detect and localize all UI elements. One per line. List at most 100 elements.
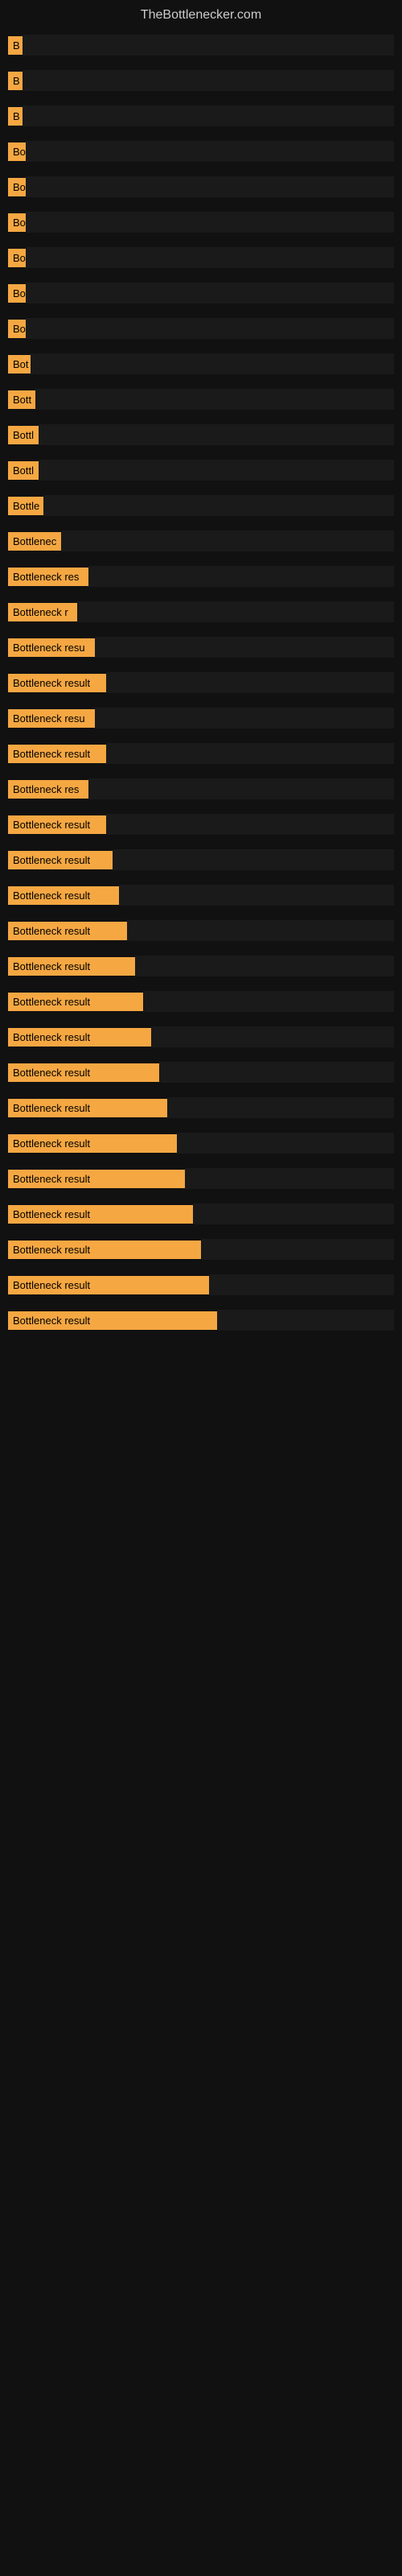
bottleneck-label: Bottleneck result: [8, 1311, 217, 1330]
bottleneck-label: Bottleneck result: [8, 851, 113, 869]
chart-row: Bottleneck result: [8, 1239, 394, 1260]
chart-row: Bottleneck result: [8, 956, 394, 976]
bar-background: [23, 105, 394, 126]
chart-row: Bo: [8, 212, 394, 233]
bottleneck-label: Bottleneck r: [8, 603, 77, 621]
bar-background: [26, 283, 394, 303]
chart-row: Bo: [8, 141, 394, 162]
chart-row: Bo: [8, 247, 394, 268]
chart-row: Bott: [8, 389, 394, 410]
bar-background: [135, 956, 394, 976]
chart-row: Bottleneck result: [8, 1026, 394, 1047]
bar-background: [26, 212, 394, 233]
bottleneck-label: Bottleneck result: [8, 674, 106, 692]
bottleneck-label: Bottleneck result: [8, 1028, 151, 1046]
bottleneck-label: Bo: [8, 284, 26, 303]
bar-background: [77, 601, 394, 622]
bottleneck-label: B: [8, 72, 23, 90]
bottleneck-label: B: [8, 107, 23, 126]
bottleneck-label: Bottleneck result: [8, 1241, 201, 1259]
chart-row: B: [8, 105, 394, 126]
chart-row: Bottleneck result: [8, 672, 394, 693]
bar-background: [26, 247, 394, 268]
bottleneck-label: Bottleneck resu: [8, 709, 95, 728]
bottleneck-label: Bottlenec: [8, 532, 61, 551]
chart-row: B: [8, 70, 394, 91]
chart-row: Bottl: [8, 424, 394, 445]
bar-background: [193, 1203, 394, 1224]
chart-row: Bot: [8, 353, 394, 374]
bottleneck-label: Bot: [8, 355, 31, 374]
bar-background: [217, 1310, 394, 1331]
chart-row: Bottleneck result: [8, 1062, 394, 1083]
bar-background: [159, 1062, 394, 1083]
bottleneck-label: Bottleneck result: [8, 1205, 193, 1224]
bar-background: [106, 672, 394, 693]
bottleneck-label: Bo: [8, 142, 26, 161]
bottleneck-label: Bottleneck resu: [8, 638, 95, 657]
chart-row: Bottleneck result: [8, 849, 394, 870]
bottleneck-label: Bottleneck res: [8, 568, 88, 586]
bar-background: [39, 424, 394, 445]
bottleneck-label: Bottleneck res: [8, 780, 88, 799]
bar-background: [95, 708, 394, 729]
bottleneck-label: Bo: [8, 249, 26, 267]
bottleneck-label: Bottleneck result: [8, 1276, 209, 1294]
bar-background: [177, 1133, 394, 1154]
chart-row: Bottleneck res: [8, 566, 394, 587]
chart-row: Bottleneck result: [8, 1203, 394, 1224]
bottleneck-label: Bottleneck result: [8, 993, 143, 1011]
chart-row: Bottleneck result: [8, 1097, 394, 1118]
bottleneck-label: Bottleneck result: [8, 1063, 159, 1082]
chart-row: Bottleneck result: [8, 814, 394, 835]
bar-background: [88, 778, 394, 799]
bar-background: [201, 1239, 394, 1260]
chart-row: Bottleneck resu: [8, 708, 394, 729]
chart-row: Bottleneck result: [8, 1133, 394, 1154]
chart-row: Bottleneck result: [8, 991, 394, 1012]
bottleneck-label: Bottleneck result: [8, 922, 127, 940]
bar-background: [127, 920, 394, 941]
bar-background: [209, 1274, 394, 1295]
chart-row: Bottleneck result: [8, 1168, 394, 1189]
chart-row: Bottleneck res: [8, 778, 394, 799]
bottleneck-label: Bottleneck result: [8, 957, 135, 976]
bottleneck-label: Bottleneck result: [8, 886, 119, 905]
bottleneck-label: Bottleneck result: [8, 1134, 177, 1153]
chart-row: Bottle: [8, 495, 394, 516]
bottleneck-label: Bo: [8, 320, 26, 338]
bar-background: [113, 849, 394, 870]
bar-background: [23, 35, 394, 56]
bottleneck-label: Bottleneck result: [8, 815, 106, 834]
chart-row: Bottleneck result: [8, 920, 394, 941]
bar-background: [151, 1026, 394, 1047]
bar-background: [88, 566, 394, 587]
bar-background: [167, 1097, 394, 1118]
bottleneck-label: Bottleneck result: [8, 745, 106, 763]
bottleneck-label: Bottl: [8, 426, 39, 444]
chart-row: Bo: [8, 318, 394, 339]
bar-background: [26, 176, 394, 197]
chart-row: Bottleneck resu: [8, 637, 394, 658]
bottleneck-label: Bottleneck result: [8, 1099, 167, 1117]
chart-container: BBBBoBoBoBoBoBoBotBottBottlBottlBottleBo…: [0, 35, 402, 1345]
bottleneck-label: Bottle: [8, 497, 43, 515]
bar-background: [26, 318, 394, 339]
bar-background: [43, 495, 394, 516]
bar-background: [26, 141, 394, 162]
bar-background: [31, 353, 394, 374]
bar-background: [35, 389, 394, 410]
bar-background: [23, 70, 394, 91]
chart-row: B: [8, 35, 394, 56]
bar-background: [61, 530, 394, 551]
chart-row: Bo: [8, 176, 394, 197]
bottleneck-label: Bottleneck result: [8, 1170, 185, 1188]
chart-row: Bottl: [8, 460, 394, 481]
chart-row: Bo: [8, 283, 394, 303]
bar-background: [185, 1168, 394, 1189]
bar-background: [95, 637, 394, 658]
bottleneck-label: B: [8, 36, 23, 55]
bar-background: [39, 460, 394, 481]
bottleneck-label: Bott: [8, 390, 35, 409]
bottleneck-label: Bo: [8, 178, 26, 196]
